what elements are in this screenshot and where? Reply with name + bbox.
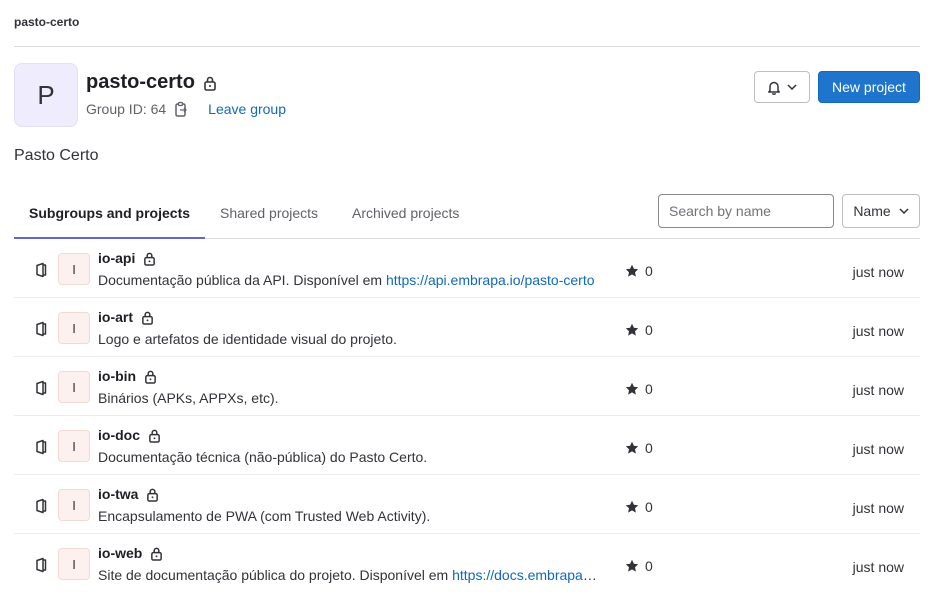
project-icon [34,380,48,396]
star-count-value: 0 [645,322,653,338]
star-count[interactable]: 0 [625,381,653,397]
project-description: Site de documentação pública do projeto.… [98,567,598,583]
description-text: Documentação técnica (não-pública) do Pa… [98,449,428,465]
star-icon [625,264,639,278]
bell-icon [767,80,781,95]
star-icon [625,323,639,337]
project-title: io-api [98,250,156,266]
project-title: io-doc [98,427,161,443]
lock-icon [203,75,217,91]
group-id: Group ID: 64 [86,101,167,117]
star-icon [625,441,639,455]
lock-icon [141,310,154,325]
project-name-link[interactable]: io-doc [98,427,140,443]
description-text: Logo e artefatos de identidade visual do… [98,331,397,347]
updated-time: just now [852,264,904,280]
lock-icon [143,251,156,266]
description-link[interactable]: https://docs.embrapa.io/pasto-certo [452,567,598,583]
copy-icon[interactable] [174,101,188,117]
group-meta: Group ID: 64 Leave group [86,101,286,117]
lock-icon [148,428,161,443]
project-row[interactable]: I io-web Site de documentação pública do… [14,534,920,593]
project-name-link[interactable]: io-api [98,250,135,266]
project-avatar[interactable]: I [58,253,90,285]
tab-subgroups-and-projects[interactable]: Subgroups and projects [14,187,205,239]
star-icon [625,559,639,573]
group-name: pasto-certo [86,71,195,93]
tab-archived-projects[interactable]: Archived projects [337,187,474,239]
project-row[interactable]: I io-doc Documentação técnica (não-públi… [14,416,920,475]
breadcrumb[interactable]: pasto-certo [14,15,79,29]
star-count[interactable]: 0 [625,263,653,279]
star-count[interactable]: 0 [625,440,653,456]
star-count-value: 0 [645,499,653,515]
star-count[interactable]: 0 [625,499,653,515]
project-description: Encapsulamento de PWA (com Trusted Web A… [98,508,598,524]
notifications-button[interactable] [754,71,810,103]
project-icon [34,439,48,455]
project-icon [34,321,48,337]
lock-icon [144,369,157,384]
project-row[interactable]: I io-twa Encapsulamento de PWA (com Trus… [14,475,920,534]
project-description: Binários (APKs, APPXs, etc). [98,390,598,406]
project-row[interactable]: I io-api Documentação pública da API. Di… [14,239,920,298]
description-text: Documentação pública da API. Disponível … [98,272,386,288]
project-icon [34,262,48,278]
description-link[interactable]: https://api.embrapa.io/pasto-certo [386,272,595,288]
star-count-value: 0 [645,381,653,397]
leave-group-link[interactable]: Leave group [208,101,286,117]
project-title: io-art [98,309,154,325]
sort-label: Name [853,203,891,219]
project-title: io-bin [98,368,157,384]
project-avatar[interactable]: I [58,430,90,462]
group-description: Pasto Certo [14,147,99,164]
project-avatar[interactable]: I [58,489,90,521]
star-count-value: 0 [645,558,653,574]
project-title: io-twa [98,486,159,502]
project-title: io-web [98,545,163,561]
star-count[interactable]: 0 [625,322,653,338]
star-count-value: 0 [645,263,653,279]
chevron-down-icon [787,84,797,90]
group-title: pasto-certo [86,71,217,94]
updated-time: just now [852,441,904,457]
project-icon [34,498,48,514]
description-text: Encapsulamento de PWA (com Trusted Web A… [98,508,431,524]
project-name-link[interactable]: io-twa [98,486,138,502]
project-avatar[interactable]: I [58,312,90,344]
updated-time: just now [852,323,904,339]
project-avatar[interactable]: I [58,371,90,403]
project-description: Documentação técnica (não-pública) do Pa… [98,449,598,465]
lock-icon [150,546,163,561]
star-icon [625,500,639,514]
project-icon [34,557,48,573]
tab-shared-projects[interactable]: Shared projects [205,187,333,239]
project-description: Logo e artefatos de identidade visual do… [98,331,598,347]
project-row[interactable]: I io-bin Binários (APKs, APPXs, etc). 0 … [14,357,920,416]
project-list: I io-api Documentação pública da API. Di… [14,239,920,593]
project-name-link[interactable]: io-art [98,309,133,325]
updated-time: just now [852,500,904,516]
description-text: Site de documentação pública do projeto.… [98,567,453,583]
star-icon [625,382,639,396]
lock-icon [146,487,159,502]
header-divider [14,46,920,47]
project-row[interactable]: I io-art Logo e artefatos de identidade … [14,298,920,357]
new-project-button[interactable]: New project [818,71,920,103]
search-input[interactable] [658,194,834,228]
project-description: Documentação pública da API. Disponível … [98,272,598,288]
updated-time: just now [852,382,904,398]
updated-time: just now [852,559,904,575]
project-name-link[interactable]: io-web [98,545,142,561]
sort-dropdown[interactable]: Name [842,194,920,228]
project-avatar[interactable]: I [58,548,90,580]
star-count[interactable]: 0 [625,558,653,574]
chevron-down-icon [899,208,909,214]
description-text: Binários (APKs, APPXs, etc). [98,390,279,406]
group-avatar: P [14,63,78,127]
star-count-value: 0 [645,440,653,456]
project-name-link[interactable]: io-bin [98,368,136,384]
